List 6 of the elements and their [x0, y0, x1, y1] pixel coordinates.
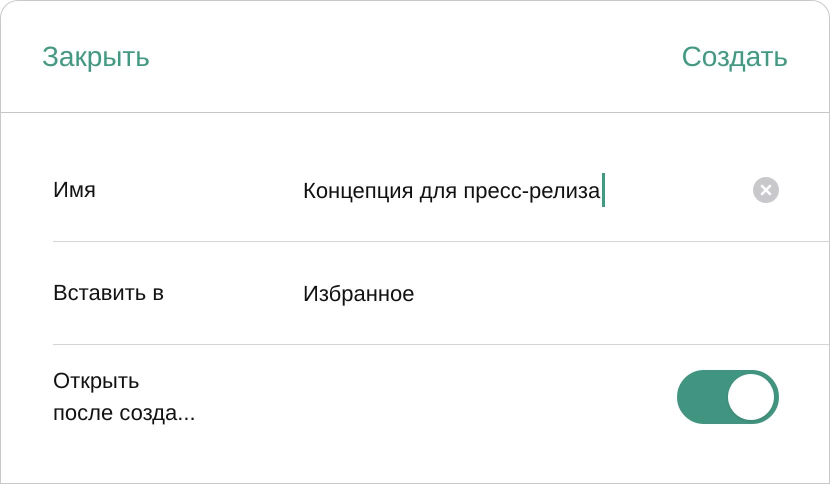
- name-input-field[interactable]: Концепция для пресс-релиза: [303, 173, 753, 207]
- field-label: Имя: [53, 176, 97, 204]
- field-label: Вставить в: [53, 279, 166, 307]
- field-label: Открыть после созда...: [53, 366, 197, 426]
- open-toggle[interactable]: [677, 370, 779, 424]
- destination-value[interactable]: Избранное: [303, 276, 414, 310]
